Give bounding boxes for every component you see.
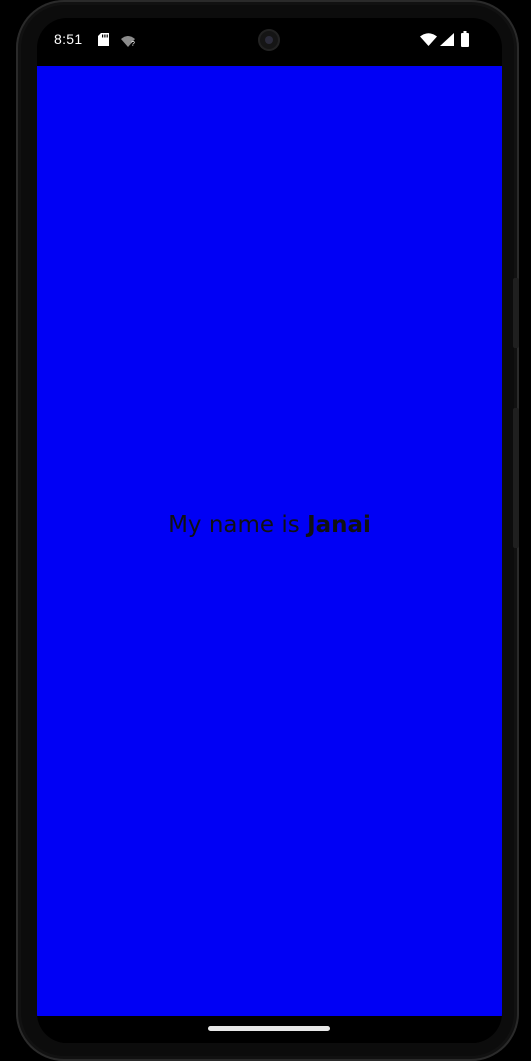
volume-button (513, 278, 519, 348)
home-indicator[interactable] (208, 1026, 330, 1031)
user-name: Janai (307, 512, 371, 538)
front-camera (258, 29, 280, 51)
sd-card-icon (98, 33, 109, 51)
status-time: 8:51 (54, 31, 83, 47)
battery-icon (461, 31, 469, 52)
phone-screen: 8:51 ? My name is Janai (37, 18, 502, 1043)
wifi-question-icon: ? (121, 34, 137, 52)
wifi-icon (420, 33, 437, 51)
navigation-bar (37, 1016, 502, 1043)
power-button (513, 408, 519, 548)
greeting-text: My name is Janai (168, 512, 371, 538)
greeting-prefix: My name is (168, 512, 300, 538)
signal-icon (440, 33, 454, 51)
app-content: My name is Janai (37, 66, 502, 1016)
svg-text:?: ? (131, 41, 135, 47)
status-bar: 8:51 ? (37, 18, 502, 66)
